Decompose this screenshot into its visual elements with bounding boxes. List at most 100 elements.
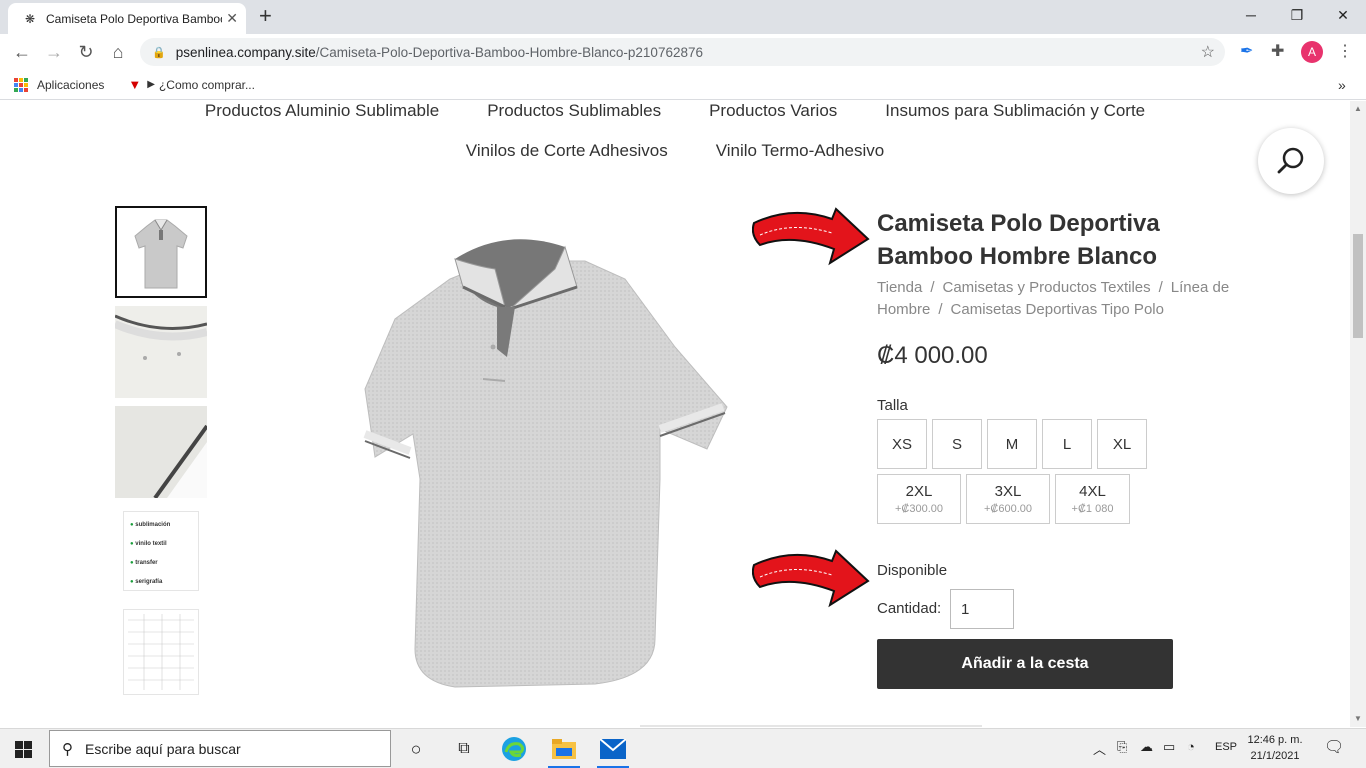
breadcrumb-deportivas-polo[interactable]: Camisetas Deportivas Tipo Polo <box>951 301 1164 318</box>
check-icon: ● <box>130 579 134 585</box>
windows-taskbar: ⚲ Escribe aquí para buscar ○ ⧉ ︿ ⎘ ☁ ▭ ◔… <box>0 728 1366 768</box>
breadcrumb-camisetas[interactable]: Camisetas y Productos Textiles <box>942 279 1150 296</box>
task-view-icon[interactable]: ⧉ <box>450 735 478 763</box>
divider <box>640 725 982 727</box>
menu-kebab-icon[interactable]: ⋮ <box>1337 42 1353 62</box>
category-menu-row-2: Vinilos de Corte Adhesivos Vinilo Termo-… <box>0 141 1350 161</box>
category-menu-row-1: Productos Aluminio Sublimable Productos … <box>0 101 1350 121</box>
check-icon: ● <box>130 560 134 566</box>
scroll-down-icon[interactable]: ▼ <box>1350 711 1366 727</box>
profile-avatar[interactable]: A <box>1301 41 1323 63</box>
bookmark-star-icon[interactable]: ☆ <box>1201 42 1215 62</box>
taskbar-clock[interactable]: 12:46 p. m. 21/1/2021 <box>1244 732 1306 764</box>
search-button[interactable] <box>1258 128 1324 194</box>
site-favicon-icon: ❋ <box>24 11 36 26</box>
size-option-4xl[interactable]: 4XL +₡1 080 <box>1055 474 1130 524</box>
size-option-m[interactable]: M <box>987 419 1037 469</box>
bookmarks-overflow-icon[interactable]: » <box>1338 77 1346 93</box>
menu-item-varios[interactable]: Productos Varios <box>709 101 837 121</box>
size-option-label: 3XL <box>994 483 1022 500</box>
restore-icon[interactable]: ❐ <box>1274 0 1320 30</box>
quantity-input[interactable] <box>950 589 1014 629</box>
home-icon[interactable]: ⌂ <box>106 40 130 64</box>
scrollbar-thumb[interactable] <box>1353 234 1363 338</box>
breadcrumb-separator: / <box>938 301 943 318</box>
mail-icon[interactable] <box>599 735 627 763</box>
browser-tab[interactable]: ❋ Camiseta Polo Deportiva Bamboo Hombre … <box>8 3 246 34</box>
bookmark-como-comprar-label: ¿Como comprar... <box>158 77 255 92</box>
url-path: /Camiseta-Polo-Deportiva-Bamboo-Hombre-B… <box>315 44 703 60</box>
add-to-cart-button[interactable]: Añadir a la cesta <box>877 639 1173 689</box>
clock-date: 21/1/2021 <box>1250 750 1300 762</box>
sleeve-closeup-image <box>115 406 207 498</box>
size-option-label: 2XL <box>905 483 933 500</box>
forward-icon[interactable]: → <box>42 40 66 64</box>
minimize-icon[interactable]: ─ <box>1228 0 1274 30</box>
fabric-closeup-image <box>115 306 207 398</box>
size-option-xl[interactable]: XL <box>1097 419 1147 469</box>
tray-language[interactable]: ESP <box>1215 741 1237 753</box>
tray-cloud-icon[interactable]: ☁ <box>1140 739 1153 755</box>
size-option-label: 4XL <box>1079 483 1106 500</box>
menu-item-vinilo-termo[interactable]: Vinilo Termo-Adhesivo <box>716 141 885 161</box>
product-thumbnail-4[interactable]: ● sublimación ● vinilo textil ● transfer… <box>123 511 199 591</box>
size-option-label: M <box>1005 435 1019 453</box>
scroll-up-icon[interactable]: ▲ <box>1350 101 1366 117</box>
taskbar-search-placeholder: Escribe aquí para buscar <box>85 740 241 757</box>
size-option-3xl[interactable]: 3XL +₡600.00 <box>966 474 1050 524</box>
product-thumbnail-3[interactable] <box>115 406 207 498</box>
size-option-label: S <box>951 435 962 453</box>
apps-grid-icon <box>14 77 28 92</box>
extension-feather-icon[interactable]: ✒ <box>1240 42 1253 62</box>
product-thumbnail-2[interactable] <box>115 306 207 398</box>
tray-battery-icon[interactable]: ▭ <box>1163 739 1175 755</box>
cortana-icon[interactable]: ○ <box>402 735 430 763</box>
product-main-image[interactable] <box>355 229 735 694</box>
product-thumbnail-1[interactable] <box>115 206 207 298</box>
menu-item-vinilos-corte[interactable]: Vinilos de Corte Adhesivos <box>466 141 668 161</box>
taskbar-search-icon: ⚲ <box>62 740 73 758</box>
tab-title: Camiseta Polo Deportiva Bamboo Hombre Bl… <box>46 11 222 26</box>
size-option-s[interactable]: S <box>932 419 982 469</box>
quantity-label: Cantidad: <box>877 600 942 617</box>
back-icon[interactable]: ← <box>10 40 34 64</box>
menu-item-aluminio[interactable]: Productos Aluminio Sublimable <box>205 101 439 121</box>
browser-toolbar: ← → ↻ ⌂ 🔒 psenlinea.company.site/Camiset… <box>0 34 1366 70</box>
menu-item-sublimables[interactable]: Productos Sublimables <box>487 101 661 121</box>
reload-icon[interactable]: ↻ <box>74 40 98 64</box>
product-thumbnail-5[interactable] <box>123 609 199 695</box>
play-icon: ▶ <box>147 79 155 90</box>
bookmark-como-comprar[interactable]: ▼ ▶ ¿Como comprar... <box>128 77 255 92</box>
size-option-l[interactable]: L <box>1042 419 1092 469</box>
close-tab-icon[interactable]: ✕ <box>226 10 238 27</box>
new-tab-button[interactable]: + <box>259 5 272 27</box>
notifications-icon[interactable]: 🗨 <box>1324 737 1344 757</box>
file-explorer-icon[interactable] <box>550 735 578 763</box>
breadcrumb: Tienda / Camisetas y Productos Textiles / Lí… <box>877 277 1237 321</box>
red-arrow-annotation-availability <box>752 549 870 608</box>
bookmark-apps-label: Aplicaciones <box>37 77 105 92</box>
check-icon: ● <box>130 522 134 528</box>
menu-item-insumos[interactable]: Insumos para Sublimación y Corte <box>885 101 1145 121</box>
breadcrumb-separator: / <box>1158 279 1163 296</box>
tray-wifi-icon[interactable]: ◔ <box>1187 739 1195 754</box>
extensions-puzzle-icon[interactable]: ✚ <box>1271 42 1284 62</box>
edge-browser-icon[interactable] <box>500 735 528 763</box>
size-option-2xl[interactable]: 2XL +₡300.00 <box>877 474 961 524</box>
breadcrumb-tienda[interactable]: Tienda <box>877 279 922 296</box>
print-method-serigrafia: ● serigrafía <box>130 579 163 585</box>
windows-start-icon[interactable] <box>15 741 32 758</box>
breadcrumb-separator: / <box>930 279 935 296</box>
page-scrollbar[interactable]: ▲ ▼ <box>1350 101 1366 727</box>
lock-icon: 🔒 <box>152 46 166 59</box>
size-surcharge: +₡300.00 <box>894 503 943 515</box>
bookmark-apps[interactable]: Aplicaciones <box>14 77 105 92</box>
taskbar-search-box[interactable]: ⚲ Escribe aquí para buscar <box>49 730 391 767</box>
tray-device-icon[interactable]: ⎘ <box>1117 739 1127 755</box>
tray-chevron-icon[interactable]: ︿ <box>1093 739 1106 758</box>
address-bar[interactable]: 🔒 psenlinea.company.site/Camiseta-Polo-D… <box>140 38 1225 66</box>
size-option-label: XL <box>1112 435 1132 453</box>
size-option-xs[interactable]: XS <box>877 419 927 469</box>
size-label: Talla <box>877 397 908 414</box>
close-window-icon[interactable]: ✕ <box>1320 0 1366 30</box>
